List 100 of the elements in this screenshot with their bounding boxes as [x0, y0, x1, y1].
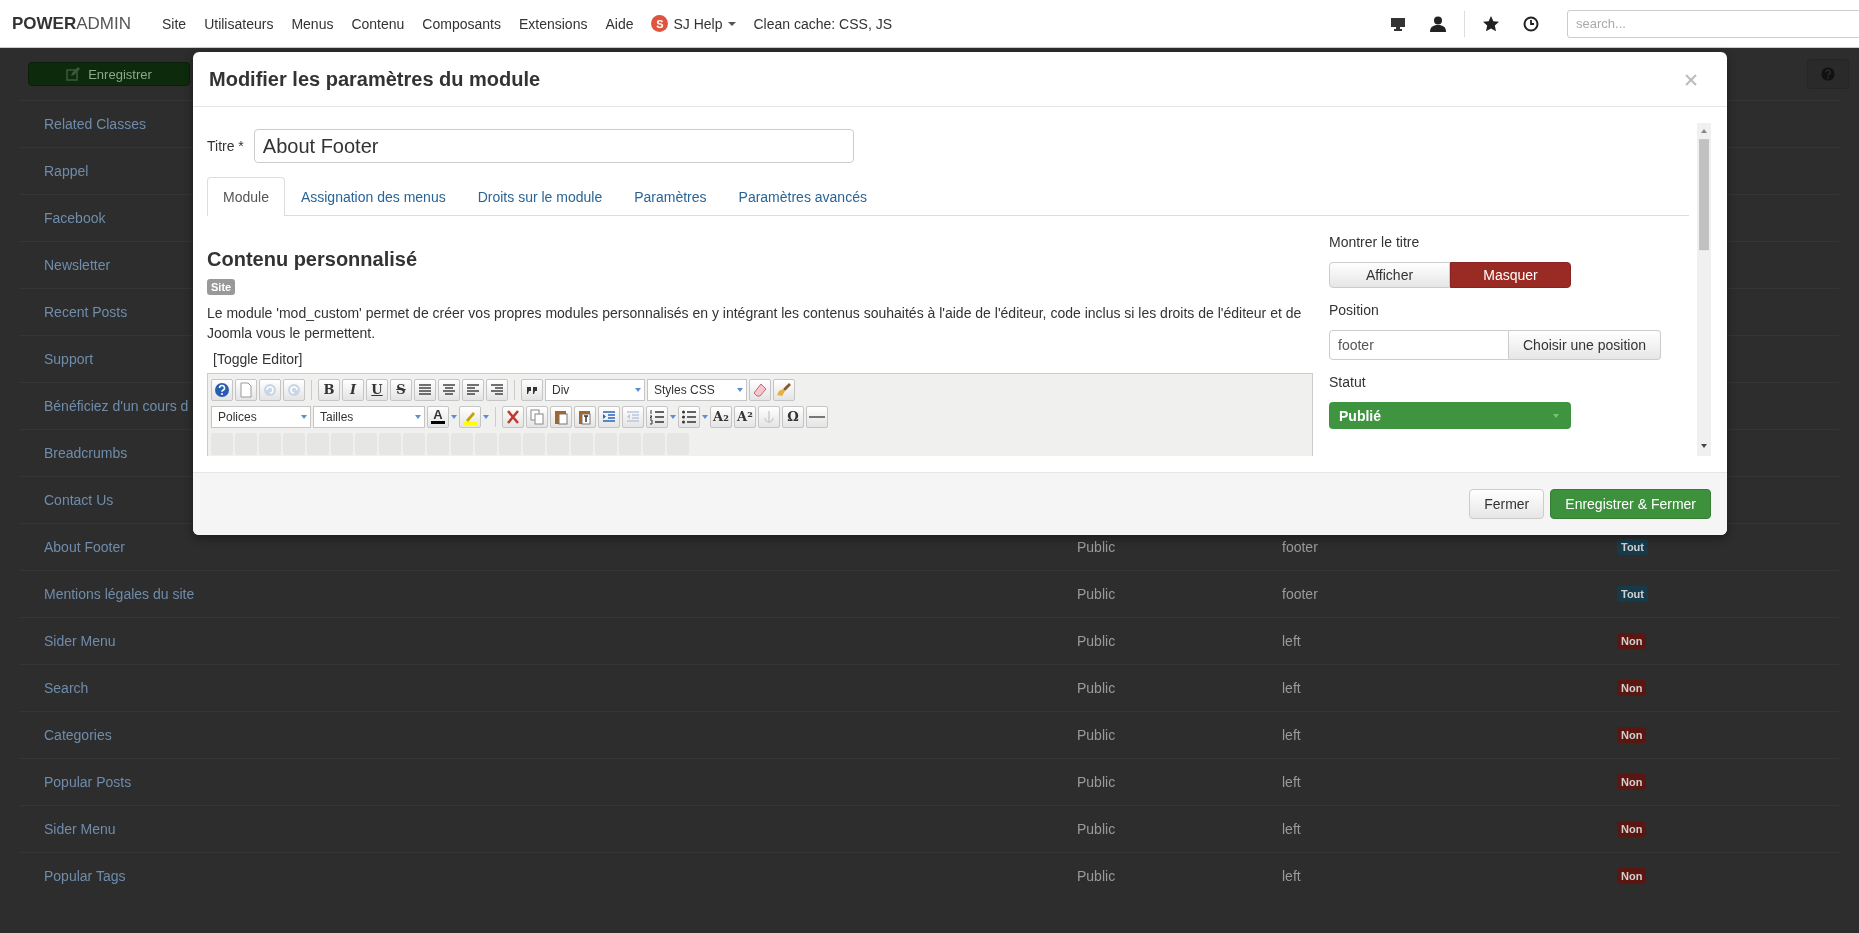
star-icon[interactable]: [1482, 14, 1500, 33]
module-position: footer: [1282, 539, 1318, 555]
menu-item[interactable]: Site: [153, 9, 196, 38]
anchor-icon: [761, 408, 777, 425]
field-label: Position: [1329, 302, 1380, 318]
module-row[interactable]: Categories Public left Non: [20, 711, 1839, 758]
module-title[interactable]: Search: [20, 680, 1077, 696]
tab[interactable]: Droits sur le module: [461, 177, 619, 216]
toolbar-button[interactable]: [331, 432, 353, 455]
module-position: left: [1282, 868, 1301, 884]
module-title[interactable]: Categories: [20, 727, 1077, 743]
search-field[interactable]: search...: [1567, 9, 1859, 38]
module-row[interactable]: Sider Menu Public left Non: [20, 805, 1839, 852]
tab[interactable]: Paramètres: [618, 177, 723, 216]
align-right-button[interactable]: [486, 378, 508, 401]
tab[interactable]: Paramètres avancés: [722, 177, 883, 216]
menu-item[interactable]: Clean cache: CSS, JS: [744, 9, 901, 38]
highlighter-button[interactable]: [459, 405, 481, 428]
module-row[interactable]: Search Public left Non: [20, 664, 1839, 711]
toolbar-button[interactable]: [403, 432, 425, 455]
menu-item[interactable]: Composants: [413, 9, 510, 38]
align-left-button[interactable]: [462, 378, 484, 401]
section-heading: Contenu personnalisé: [207, 248, 419, 271]
editor-dropdown[interactable]: Polices: [211, 405, 311, 428]
choose-position-button[interactable]: Choisir une position: [1509, 330, 1661, 360]
brush-button[interactable]: [773, 378, 795, 401]
module-position: left: [1282, 821, 1301, 837]
format-button[interactable]: S: [390, 378, 412, 401]
menu-item[interactable]: Menus: [282, 9, 343, 38]
menu-item[interactable]: S SJ Help: [642, 9, 745, 38]
editor-dropdown[interactable]: Div: [545, 378, 645, 401]
user-icon[interactable]: [1429, 14, 1447, 33]
indent-button[interactable]: [598, 405, 620, 428]
module-row[interactable]: Popular Tags Public left Non: [20, 852, 1839, 899]
justify-button[interactable]: [414, 378, 436, 401]
format-button[interactable]: A₂: [710, 405, 732, 428]
toolbar-button[interactable]: [355, 432, 377, 455]
toolbar-button[interactable]: [307, 432, 329, 455]
module-title[interactable]: Popular Tags: [20, 868, 1077, 884]
format-button[interactable]: I: [342, 378, 364, 401]
toolbar-button[interactable]: [211, 432, 233, 455]
module-title[interactable]: Sider Menu: [20, 821, 1077, 837]
pages-badge: Tout: [1617, 586, 1648, 602]
menu-item[interactable]: Utilisateurs: [195, 9, 283, 38]
editor-dropdown[interactable]: Styles CSS: [647, 378, 747, 401]
module-title[interactable]: Sider Menu: [20, 633, 1077, 649]
status-dropdown[interactable]: Publié: [1329, 402, 1571, 429]
module-row[interactable]: Sider Menu Public left Non: [20, 617, 1839, 664]
numbered-list-button[interactable]: [646, 405, 668, 428]
toolbar-button[interactable]: [259, 432, 281, 455]
toggle-option[interactable]: Masquer: [1450, 262, 1571, 288]
format-button[interactable]: Ω: [782, 405, 804, 428]
text-color-button[interactable]: A: [427, 405, 449, 428]
toolbar-button[interactable]: [283, 432, 305, 455]
bullet-list-button[interactable]: [678, 405, 700, 428]
eraser-button[interactable]: [749, 378, 771, 401]
align-center-button[interactable]: [438, 378, 460, 401]
toolbar-button[interactable]: [451, 432, 473, 455]
eraser-icon: [752, 381, 768, 398]
toolbar-button[interactable]: [379, 432, 401, 455]
editor-dropdown[interactable]: Tailles: [313, 405, 425, 428]
horizontal-line-icon: [809, 415, 825, 418]
document-icon: [238, 381, 254, 398]
paste-button[interactable]: [550, 405, 572, 428]
horizontal-line-button[interactable]: [806, 405, 828, 428]
tab[interactable]: Module: [207, 177, 285, 216]
module-title[interactable]: About Footer: [20, 539, 1077, 555]
undo-button[interactable]: [259, 378, 281, 401]
toggle-editor-link[interactable]: [Toggle Editor]: [213, 351, 1313, 367]
menu-item[interactable]: Contenu: [342, 9, 414, 38]
menu-item[interactable]: Extensions: [509, 9, 597, 38]
format-button[interactable]: A²: [734, 405, 756, 428]
toolbar-button[interactable]: [475, 432, 497, 455]
toggle-option[interactable]: Afficher: [1329, 262, 1450, 288]
save-button[interactable]: Enregistrer: [28, 62, 190, 86]
paste-text-button[interactable]: [574, 405, 596, 428]
access-level: Public: [1077, 727, 1116, 743]
redo-button[interactable]: [283, 378, 305, 401]
toolbar-button[interactable]: [235, 432, 257, 455]
module-row[interactable]: Popular Posts Public left Non: [20, 758, 1839, 805]
format-button[interactable]: U: [366, 378, 388, 401]
clock-icon[interactable]: [1522, 14, 1540, 33]
menu-item[interactable]: Aide: [596, 9, 643, 38]
quote-button[interactable]: [521, 378, 543, 401]
close-icon[interactable]: [1685, 73, 1697, 86]
close-button[interactable]: Fermer: [1469, 489, 1545, 519]
module-row[interactable]: Mentions légales du site Public footer Tout: [20, 570, 1839, 617]
site-badge: Site: [207, 279, 236, 295]
save-and-close-button[interactable]: Enregistrer & Fermer: [1550, 489, 1711, 519]
toolbar-button[interactable]: [427, 432, 449, 455]
cut-button[interactable]: [502, 405, 524, 428]
position-field[interactable]: footer: [1329, 330, 1509, 360]
app-logo[interactable]: POWERADMIN: [12, 13, 131, 34]
module-title[interactable]: Popular Posts: [20, 774, 1077, 790]
format-button[interactable]: B: [318, 378, 340, 401]
pages-badge: Tout: [1617, 539, 1648, 555]
tab[interactable]: Assignation des menus: [284, 177, 462, 216]
module-title[interactable]: Mentions légales du site: [20, 586, 1077, 602]
title-field[interactable]: About Footer: [253, 129, 854, 163]
pages-badge: Non: [1617, 868, 1647, 884]
